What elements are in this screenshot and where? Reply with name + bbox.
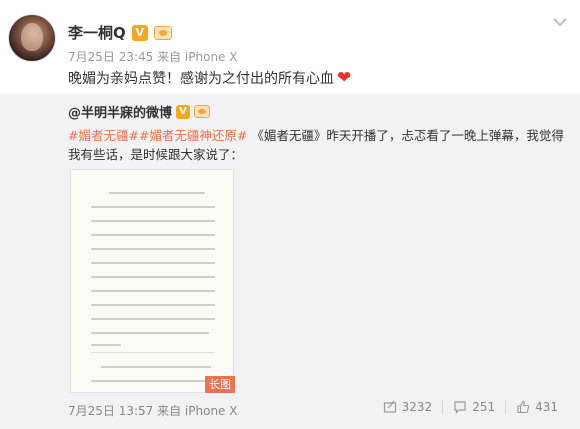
long-image-thumbnail[interactable] bbox=[70, 169, 234, 393]
vip-icon bbox=[194, 105, 211, 118]
vip-icon bbox=[153, 25, 172, 40]
comment-button[interactable]: 251 bbox=[442, 400, 505, 414]
repost-count: 3232 bbox=[401, 400, 433, 414]
verified-v-icon: V bbox=[131, 24, 148, 41]
comment-count: 251 bbox=[472, 400, 496, 414]
heart-icon: ❤ bbox=[337, 67, 352, 88]
repost-button[interactable]: 3232 bbox=[373, 400, 443, 414]
post-text: 晚媚为亲妈点赞！感谢为之付出的所有心血 ❤ bbox=[68, 68, 351, 88]
like-count: 431 bbox=[535, 400, 558, 414]
post-meta: 7月25日 23:45 来自 iPhone X bbox=[68, 50, 238, 64]
repost-author-name[interactable]: @半明半寐的微博 bbox=[68, 102, 172, 121]
weibo-post: 李一桐Q V 7月25日 23:45 来自 iPhone X 晚媚为亲妈点赞！感… bbox=[0, 0, 580, 429]
like-icon bbox=[517, 400, 530, 414]
repost-meta: 7月25日 13:57 来自 iPhone X bbox=[68, 404, 238, 418]
comment-icon bbox=[454, 401, 466, 414]
repost-icon bbox=[383, 400, 396, 413]
post-text-content: 晚媚为亲妈点赞！感谢为之付出的所有心血 bbox=[68, 71, 334, 87]
repost-text: #媚者无疆##媚者无疆神还原# 《媚者无疆》昨天开播了，忐忑看了一晚上弹幕，我觉… bbox=[68, 126, 568, 164]
hashtag-link[interactable]: #媚者无疆# bbox=[68, 128, 139, 143]
reposted-card[interactable]: @半明半寐的微博 V #媚者无疆##媚者无疆神还原# 《媚者无疆》昨天开播了，忐… bbox=[0, 94, 580, 429]
author-row: 李一桐Q V bbox=[68, 22, 172, 43]
repost-stats: 3232 251 431 bbox=[373, 400, 568, 414]
repost-author-row: @半明半寐的微博 V bbox=[68, 102, 211, 121]
long-image-badge: 长图 bbox=[205, 376, 235, 393]
hashtag-link[interactable]: #媚者无疆神还原# bbox=[139, 128, 247, 143]
chevron-down-icon[interactable] bbox=[550, 16, 570, 30]
avatar[interactable] bbox=[8, 14, 56, 62]
verified-v-icon: V bbox=[176, 104, 191, 119]
like-button[interactable]: 431 bbox=[505, 400, 568, 414]
author-name[interactable]: 李一桐Q bbox=[68, 22, 126, 43]
